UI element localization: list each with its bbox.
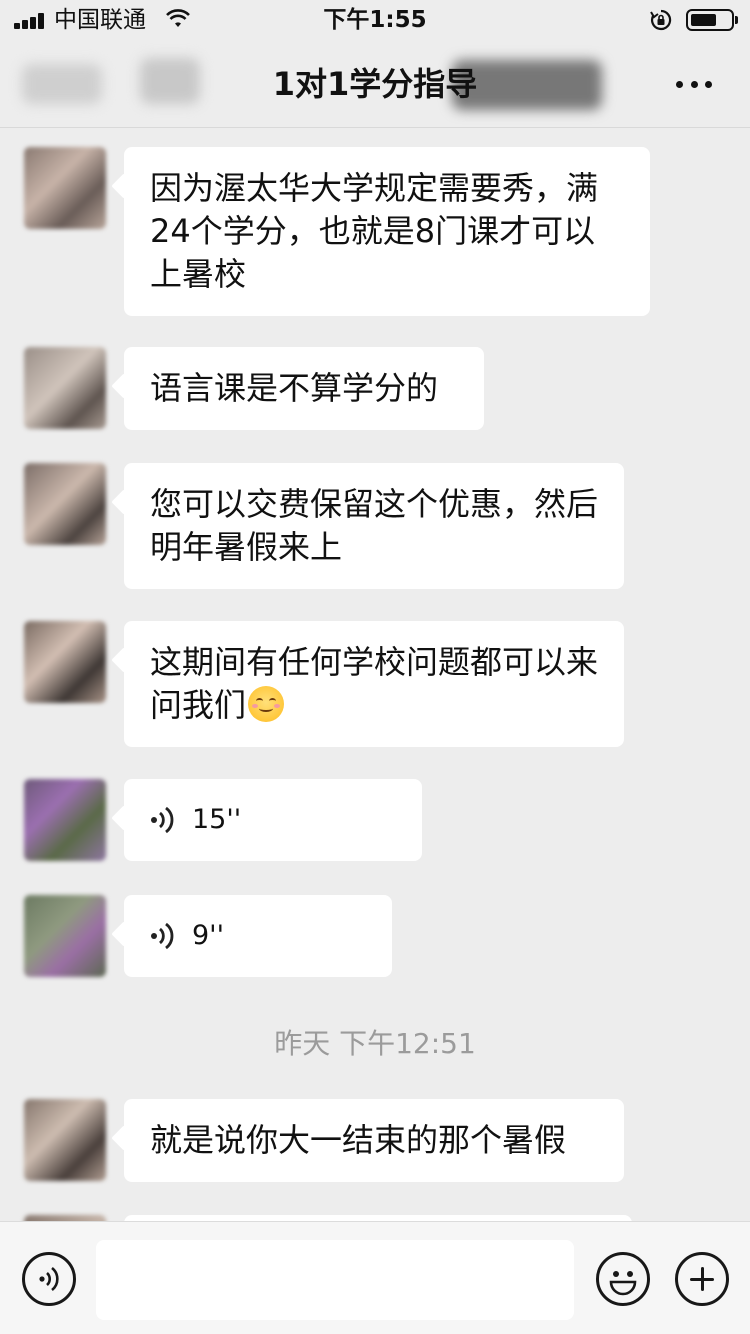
message-text: 就是说你大一结束的那个暑假: [150, 1121, 567, 1159]
message-bubble[interactable]: 您可以交费保留这个优惠，然后明年暑假来上: [124, 463, 624, 589]
chat-input-bar: [0, 1221, 750, 1334]
message-bubble[interactable]: 语言课是不算学分的: [124, 347, 484, 430]
smiling-face-emoji-icon: [248, 686, 285, 722]
rotation-lock-icon: [650, 9, 672, 31]
avatar[interactable]: [24, 895, 106, 977]
navigation-bar: 1对1学分指导: [0, 40, 750, 128]
voice-duration: 15'': [192, 804, 242, 835]
emoji-icon[interactable]: [596, 1252, 650, 1306]
message-bubble[interactable]: 因为渥太华大学规定需要秀，满24个学分，也就是8门课才可以上暑校: [124, 147, 650, 316]
plus-icon[interactable]: [675, 1252, 729, 1306]
status-bar: 中国联通 下午1:55: [0, 0, 750, 40]
voice-duration: 9'': [192, 920, 225, 951]
voice-wave-icon: [151, 806, 174, 834]
message-bubble[interactable]: 这期间有任何学校问题都可以来问我们: [124, 621, 624, 747]
chat-title: 1对1学分指导: [272, 65, 478, 103]
voice-toggle-icon[interactable]: [22, 1252, 76, 1306]
voice-message[interactable]: 15'': [124, 779, 422, 861]
message-text: 这期间有任何学校问题都可以来问我们: [150, 643, 599, 724]
status-time: 下午1:55: [323, 7, 427, 33]
battery-icon: [686, 9, 738, 31]
message-timestamp: 昨天 下午12:51: [274, 1027, 476, 1060]
avatar[interactable]: [24, 463, 106, 545]
message-text: 语言课是不算学分的: [150, 369, 439, 407]
message-input[interactable]: [96, 1240, 574, 1320]
chat-message-list[interactable]: 因为渥太华大学规定需要秀，满24个学分，也就是8门课才可以上暑校 语言课是不算学…: [0, 129, 750, 1221]
voice-wave-icon: [151, 922, 174, 950]
message-text: 您可以交费保留这个优惠，然后明年暑假来上: [150, 485, 599, 566]
avatar[interactable]: [24, 621, 106, 703]
avatar[interactable]: [24, 147, 106, 229]
more-icon[interactable]: [672, 68, 716, 100]
message-bubble[interactable]: 就是说你大一结束的那个暑假: [124, 1099, 624, 1182]
avatar[interactable]: [24, 779, 106, 861]
avatar[interactable]: [24, 1099, 106, 1181]
avatar[interactable]: [24, 347, 106, 429]
voice-message[interactable]: 9'': [124, 895, 392, 977]
message-text: 因为渥太华大学规定需要秀，满24个学分，也就是8门课才可以上暑校: [150, 169, 599, 293]
